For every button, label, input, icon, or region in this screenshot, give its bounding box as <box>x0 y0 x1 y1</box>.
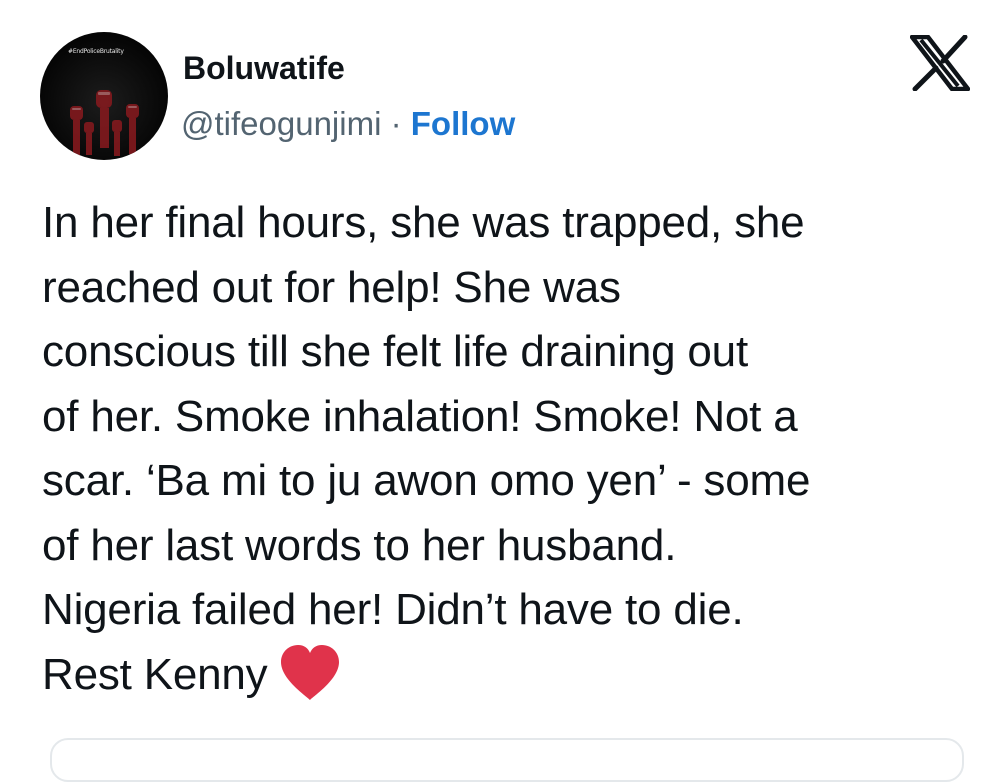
avatar-badge-text: #EndPoliceBrutality <box>68 48 124 55</box>
tweet-line-text: Rest Kenny <box>42 649 268 699</box>
tweet-line: conscious till she felt life draining ou… <box>42 327 748 376</box>
tweet-line: of her last words to her husband. <box>42 520 677 570</box>
tweet-line: scar. ‘Ba mi to ju awon omo yen’ - some <box>42 456 811 505</box>
avatar[interactable]: #EndPoliceBrutality <box>40 32 168 160</box>
tweet-text: In her final hours, she was trapped, she… <box>42 191 992 707</box>
display-name[interactable]: Boluwatife <box>183 48 345 88</box>
follow-button[interactable]: Follow <box>411 105 515 142</box>
tweet-card: #EndPoliceBrutality Boluwatife @tifeogun… <box>0 0 1006 782</box>
tweet-line: Nigeria failed her! Didn’t have to die. <box>42 585 744 634</box>
tweet-line: reached out for help! She was <box>42 262 621 312</box>
x-logo-icon[interactable] <box>910 35 970 91</box>
separator-dot: · <box>390 105 402 142</box>
handle-row: @tifeogunjimi · Follow <box>181 103 515 145</box>
tweet-line: In her final hours, she was trapped, she <box>42 198 805 247</box>
tweet-last-line: Rest Kenny <box>42 643 992 708</box>
tweet-line: of her. Smoke inhalation! Smoke! Not a <box>42 391 798 441</box>
user-handle[interactable]: @tifeogunjimi <box>181 105 381 142</box>
red-heart-icon <box>281 644 340 700</box>
quoted-card-edge <box>50 738 964 782</box>
